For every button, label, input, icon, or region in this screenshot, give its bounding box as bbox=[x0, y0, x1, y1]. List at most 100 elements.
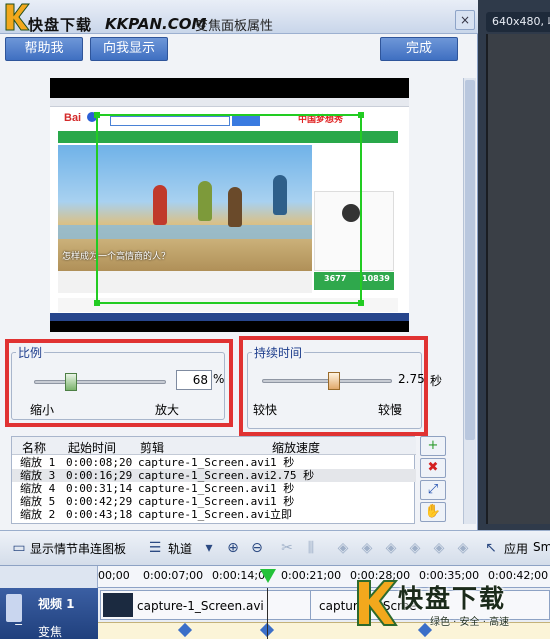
keyframe-cell-clip: capture-1_Screen.avi bbox=[138, 469, 271, 482]
cut-icon[interactable]: ✂ bbox=[278, 539, 296, 557]
pan-icon[interactable]: ✋ bbox=[420, 502, 446, 522]
keyframe-row[interactable]: 缩放 3 0:00:16;29 capture-1_Screen.avi 2.75 秒 bbox=[12, 469, 416, 482]
zoom-properties-dialog: 快盘下载 KKPAN.COM 变焦面板属性 × 帮助我 向我显示 完成 Bai … bbox=[0, 0, 478, 530]
keyframe-row[interactable]: 缩放 1 0:00:08;20 capture-1_Screen.avi 1 秒 bbox=[12, 456, 416, 469]
clip-thumbnail bbox=[103, 593, 133, 617]
show-storyboard-button[interactable]: 显示情节串连图板 bbox=[30, 540, 126, 557]
ruler-tick-label: 0:00:07;00 bbox=[143, 569, 204, 582]
keyframe-cell-speed: 1 秒 bbox=[270, 456, 295, 469]
zoom-handle[interactable] bbox=[358, 300, 364, 306]
zoom-handle[interactable] bbox=[358, 112, 364, 118]
ratio-unit: % bbox=[213, 372, 225, 386]
playhead-marker[interactable] bbox=[260, 569, 276, 583]
duration-slider-thumb[interactable] bbox=[328, 372, 340, 390]
watermark-url: KKPAN.COM bbox=[105, 15, 207, 33]
keyframe-cell-start: 0:00:42;29 bbox=[66, 495, 133, 508]
ratio-min-label: 缩小 bbox=[30, 403, 55, 417]
tracks-icon: ☰ bbox=[148, 540, 162, 556]
keyframe-cell-name: 缩放 1 bbox=[20, 456, 56, 469]
collapse-toggle-icon[interactable]: − bbox=[14, 618, 23, 631]
captured-stat-2: 10839 bbox=[362, 274, 390, 283]
ruler-tick-label: 00;00 bbox=[98, 569, 130, 582]
duration-max-label: 较慢 bbox=[378, 403, 403, 417]
watermark-brand: 快盘下载 bbox=[28, 16, 93, 34]
chevron-down-icon[interactable]: ▾ bbox=[200, 539, 218, 557]
column-header-clip[interactable]: 剪辑 bbox=[140, 439, 164, 456]
keyframe-cell-name: 缩放 5 bbox=[20, 495, 56, 508]
scrollbar-thumb[interactable] bbox=[465, 80, 475, 440]
keyframe-row[interactable]: 缩放 4 0:00:31;14 capture-1_Screen.avi 1 秒 bbox=[12, 482, 416, 495]
keyframe-cell-start: 0:00:08;20 bbox=[66, 456, 133, 469]
ratio-slider-thumb[interactable] bbox=[65, 373, 77, 391]
watermark: 快盘下载 绿色 · 安全 · 高速 bbox=[354, 577, 544, 633]
marker-icon[interactable]: ◈ bbox=[382, 539, 400, 557]
browser-tabs bbox=[50, 98, 409, 107]
preview-screen bbox=[486, 34, 550, 524]
keyframe-cell-clip: capture-1_Screen.avi bbox=[138, 508, 271, 521]
duration-slider-track[interactable] bbox=[262, 379, 392, 383]
video-track-label: 视频 1 bbox=[38, 597, 75, 611]
site-logo-icon bbox=[5, 3, 30, 31]
vertical-scrollbar[interactable] bbox=[463, 78, 476, 524]
close-button[interactable]: × bbox=[455, 10, 475, 30]
delete-keyframe-icon[interactable]: ✖ bbox=[420, 458, 446, 478]
keyframe-row[interactable]: 缩放 5 0:00:42;29 capture-1_Screen.avi 1 秒 bbox=[12, 495, 416, 508]
zoom-handle[interactable] bbox=[94, 112, 100, 118]
keyframe-list-header: 名称 起始时间 剪辑 缩放速度 bbox=[12, 437, 416, 455]
apply-smart-label[interactable]: Sma bbox=[533, 540, 550, 554]
ratio-slider-track[interactable] bbox=[34, 380, 166, 384]
video-preview[interactable]: Bai 中国梦想秀 怎样成为一个高情商的人？ 3677 10839 bbox=[50, 78, 409, 332]
apply-button[interactable]: 应用 bbox=[504, 540, 528, 557]
current-time-line bbox=[267, 588, 268, 639]
ratio-max-label: 放大 bbox=[155, 403, 180, 417]
timeline-toolbar: ▭ 显示情节串连图板 ☰ 轨道 ▾ ⊕ ⊖ ✂ ⫼ ◈ ◈ ◈ ◈ ◈ ◈ ↖ … bbox=[0, 530, 550, 566]
zoom-in-icon[interactable]: ⊕ bbox=[224, 539, 242, 557]
watermark-logo-icon bbox=[357, 580, 398, 626]
ruler-header bbox=[0, 566, 98, 588]
marker-icon[interactable]: ◈ bbox=[454, 539, 472, 557]
keyframe-cell-clip: capture-1_Screen.avi bbox=[138, 482, 271, 495]
duration-value-input[interactable]: 2.75 bbox=[398, 372, 425, 386]
column-header-speed[interactable]: 缩放速度 bbox=[272, 439, 320, 456]
column-header-start[interactable]: 起始时间 bbox=[68, 439, 116, 456]
captured-taskbar bbox=[50, 313, 409, 321]
zoom-out-icon[interactable]: ⊖ bbox=[248, 539, 266, 557]
marker-icon[interactable]: ◈ bbox=[430, 539, 448, 557]
resolution-label: 640x480, 收 bbox=[486, 12, 550, 32]
keyframe-cell-start: 0:00:16;29 bbox=[66, 469, 133, 482]
duration-legend: 持续时间 bbox=[254, 346, 303, 360]
duration-unit: 秒 bbox=[430, 374, 443, 388]
ratio-legend: 比例 bbox=[18, 346, 43, 360]
help-button[interactable]: 帮助我 bbox=[5, 37, 83, 61]
zoom-rectangle[interactable] bbox=[94, 112, 364, 306]
add-keyframe-icon[interactable]: + bbox=[420, 436, 446, 456]
keyframe-row[interactable]: 缩放 2 0:00:43;18 capture-1_Screen.avi 立即 bbox=[12, 508, 416, 521]
svg-text:Bai: Bai bbox=[64, 112, 81, 124]
keyframe-cell-clip: capture-1_Screen.avi bbox=[138, 456, 271, 469]
dialog-title: 变焦面板属性 bbox=[195, 19, 274, 34]
keyframe-cell-start: 0:00:43;18 bbox=[66, 508, 133, 521]
apply-icon: ↖ bbox=[485, 540, 497, 556]
duration-min-label: 较快 bbox=[253, 403, 278, 417]
preview-panel: 640x480, 收 bbox=[478, 0, 550, 530]
split-icon[interactable]: ⫼ bbox=[302, 539, 320, 557]
tracks-dropdown[interactable]: 轨道 bbox=[168, 540, 192, 557]
show-me-button[interactable]: 向我显示 bbox=[90, 37, 168, 61]
column-header-name[interactable]: 名称 bbox=[22, 439, 46, 456]
keyframe-cell-clip: capture-1_Screen.avi bbox=[138, 495, 271, 508]
zoom-handle[interactable] bbox=[94, 300, 100, 306]
keyframe-list[interactable]: 名称 起始时间 剪辑 缩放速度 缩放 1 0:00:08;20 capture-1_… bbox=[11, 436, 416, 524]
fit-zoom-icon[interactable]: ⤢ bbox=[420, 480, 446, 500]
ratio-value-input[interactable]: 68 bbox=[176, 370, 212, 390]
keyframe-cell-speed: 1 秒 bbox=[270, 495, 295, 508]
storyboard-icon: ▭ bbox=[12, 540, 26, 556]
ruler-tick-label: 0:00:21;00 bbox=[281, 569, 342, 582]
marker-icon[interactable]: ◈ bbox=[406, 539, 424, 557]
clip-name: capture-1_Screen.avi bbox=[137, 599, 264, 613]
watermark-tagline: 绿色 · 安全 · 高速 bbox=[430, 617, 510, 628]
marker-icon[interactable]: ◈ bbox=[358, 539, 376, 557]
done-button[interactable]: 完成 bbox=[380, 37, 458, 61]
keyframe-cell-start: 0:00:31;14 bbox=[66, 482, 133, 495]
keyframe-cell-name: 缩放 2 bbox=[20, 508, 56, 521]
marker-icon[interactable]: ◈ bbox=[334, 539, 352, 557]
